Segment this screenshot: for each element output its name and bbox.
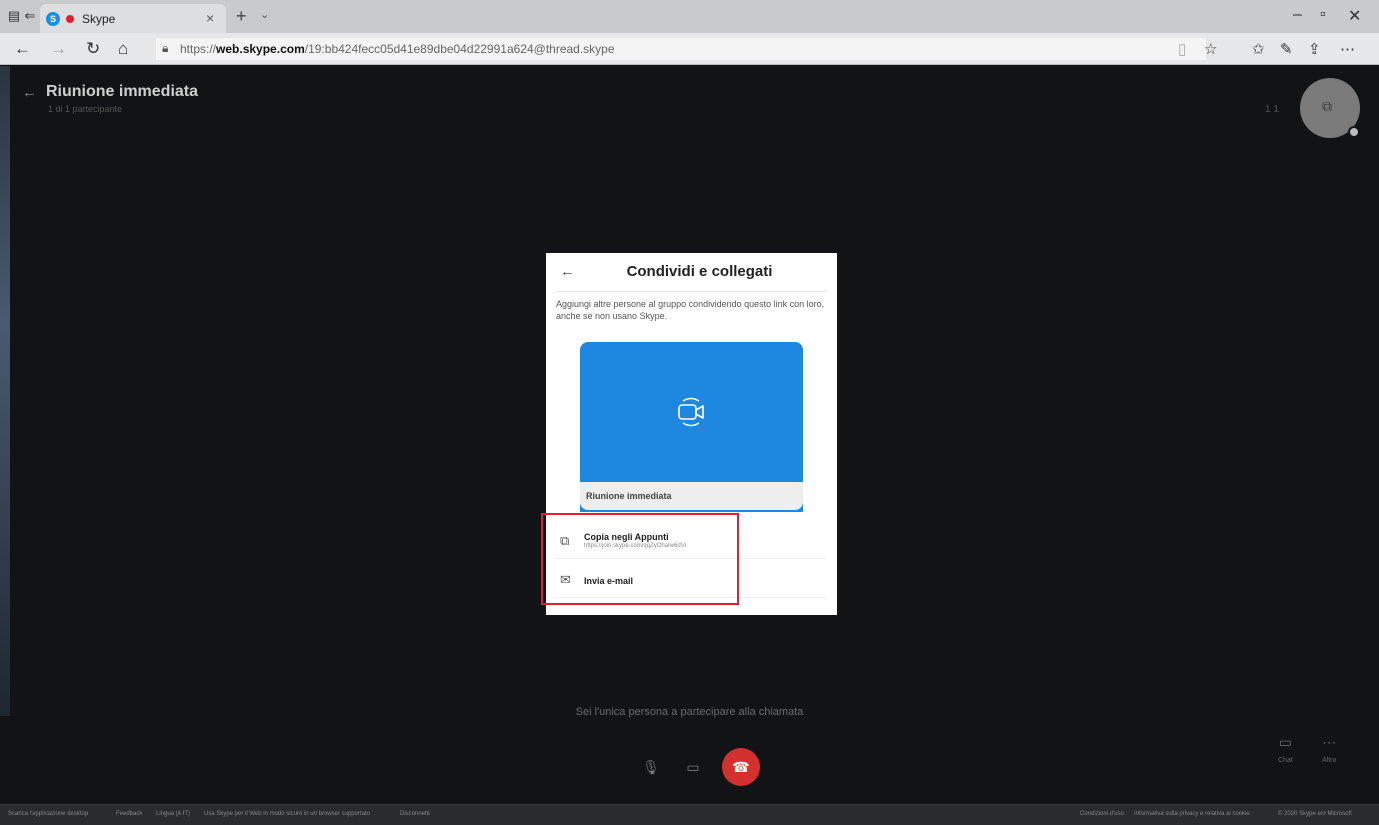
footer-link-download-desktop[interactable]: Scarica l'applicazione desktop xyxy=(8,811,88,817)
avatar[interactable]: ⧉ xyxy=(1300,78,1360,138)
tab-dropdown-icon[interactable]: ⌄ xyxy=(260,8,269,21)
tab-actions-icon[interactable]: ▤ xyxy=(6,9,22,23)
page-footer: Scarica l'applicazione desktop Feedback … xyxy=(0,804,1379,825)
chat-button[interactable]: ▭ Chat xyxy=(1278,734,1293,764)
home-icon[interactable]: ⌂ xyxy=(118,39,128,59)
desktop-edge xyxy=(0,66,10,716)
new-tab-icon[interactable]: + xyxy=(236,6,247,27)
url-text: https://web.skype.com/19:bb424fecc05d41e… xyxy=(180,42,615,56)
footer-link-privacy[interactable]: Informativa sulla privacy e relativa ai … xyxy=(1134,811,1250,817)
meeting-card-footer: Riunione immediata xyxy=(580,482,803,510)
mute-microphone-icon[interactable]: 🎙︎ xyxy=(636,752,666,782)
more-label: Altro xyxy=(1322,757,1337,764)
web-notes-icon[interactable]: ✎ xyxy=(1280,40,1293,58)
more-options-button[interactable]: ⋯ Altro xyxy=(1322,734,1336,764)
restore-icon[interactable]: ▫ xyxy=(1320,6,1326,24)
favorite-star-icon[interactable]: ☆ xyxy=(1204,40,1217,58)
hang-up-button[interactable]: ☎︎ xyxy=(722,748,760,786)
footer-link-sign-out[interactable]: Disconnetti xyxy=(400,811,430,817)
footer-link-terms[interactable]: Condizioni d'uso xyxy=(1080,811,1124,817)
tab-skype[interactable]: S Skype × xyxy=(40,4,226,33)
forward-icon[interactable]: → xyxy=(50,39,67,59)
hang-up-icon: ☎︎ xyxy=(732,759,750,775)
address-bar[interactable]: 🔒︎ https://web.skype.com/19:bb424fecc05d… xyxy=(156,38,1206,60)
close-window-icon[interactable]: ✕ xyxy=(1348,6,1361,26)
footer-link-language[interactable]: Lingua (it-IT) xyxy=(156,811,190,817)
close-tab-icon[interactable]: × xyxy=(206,10,214,26)
refresh-icon[interactable]: ↻ xyxy=(86,39,100,59)
reading-view-icon[interactable]: ▯ xyxy=(1178,40,1186,58)
dialog-description: Aggiungi altre persone al gruppo condivi… xyxy=(556,299,825,321)
share-icon[interactable]: ⇪ xyxy=(1308,40,1321,58)
chat-label: Chat xyxy=(1278,757,1293,764)
more-options-icon: ⋯ xyxy=(1322,734,1337,750)
group-avatar-icon: ⧉ xyxy=(1322,98,1332,114)
video-camera-icon xyxy=(678,397,704,427)
set-aside-tabs-icon[interactable]: ⇐ xyxy=(22,9,38,23)
dialog-divider xyxy=(556,291,827,292)
tab-title: Skype xyxy=(82,12,116,26)
call-status-message: Sei l'unica persona a partecipare alla c… xyxy=(575,706,804,718)
presence-status-icon xyxy=(1348,126,1360,138)
address-toolbar: ← → ↻ ⌂ 🔒︎ https://web.skype.com/19:bb42… xyxy=(0,33,1379,65)
footer-copyright: © 2020 Skype e/o Microsoft xyxy=(1278,811,1352,817)
footer-link-feedback[interactable]: Feedback xyxy=(116,811,142,817)
back-icon[interactable]: ← xyxy=(14,39,31,59)
skype-favicon-icon: S xyxy=(46,12,60,26)
recording-indicator-icon xyxy=(66,15,74,23)
footer-link-browser-info[interactable]: Usa Skype per il Web in modo sicuro in u… xyxy=(204,811,370,817)
dialog-title: Condividi e collegati xyxy=(626,263,773,280)
participant-count: 1 1 xyxy=(1265,104,1279,115)
browser-tab-bar: ▤ ⇐ S Skype × + ⌄ – ▫ ✕ xyxy=(0,0,1379,33)
meeting-title: Riunione immediata xyxy=(46,83,199,100)
highlight-annotation xyxy=(541,513,739,605)
more-menu-icon[interactable]: ⋯ xyxy=(1340,40,1355,58)
chat-icon: ▭ xyxy=(1278,734,1293,750)
toggle-video-icon[interactable]: ▭ xyxy=(678,752,708,782)
meeting-card-label: Riunione immediata xyxy=(586,491,672,501)
favorites-hub-icon[interactable]: ✩ xyxy=(1252,40,1265,58)
lock-icon: 🔒︎ xyxy=(162,41,169,55)
meeting-subtitle: 1 di 1 partecipante xyxy=(48,104,123,114)
minimize-icon[interactable]: – xyxy=(1293,6,1302,24)
call-back-icon[interactable]: ← xyxy=(22,84,37,101)
